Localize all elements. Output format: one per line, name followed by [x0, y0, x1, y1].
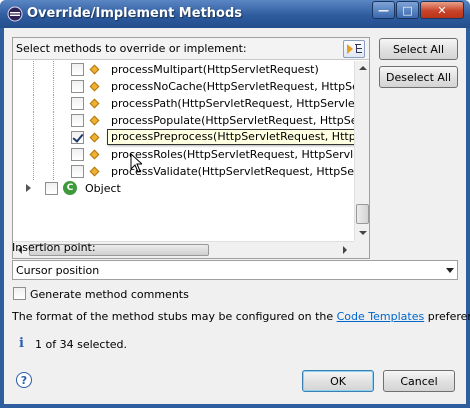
tree-header: Select methods to override or implement:	[13, 38, 369, 60]
vertical-scrollbar[interactable]	[354, 61, 369, 241]
protected-method-icon	[89, 98, 100, 109]
minimize-icon: —	[378, 3, 389, 17]
method-label: processValidate(HttpServletRequest, Http…	[111, 165, 354, 178]
template-info-text: The format of the method stubs may be co…	[12, 310, 470, 323]
close-button[interactable]: ✕	[420, 1, 464, 19]
select-all-button[interactable]: Select All	[379, 38, 458, 60]
tree-row-method[interactable]: processNoCache(HttpServletRequest, HttpS…	[13, 78, 354, 95]
method-checkbox[interactable]	[71, 97, 84, 110]
method-checkbox[interactable]	[71, 80, 84, 93]
insertion-point-value: Cursor position	[16, 264, 100, 277]
method-checkbox[interactable]	[71, 165, 84, 178]
method-label: processPopulate(HttpServletRequest, Http…	[111, 114, 354, 127]
method-label: processPath(HttpServletRequest, HttpServ…	[111, 97, 354, 110]
maximize-button[interactable]: □	[396, 1, 419, 19]
deselect-all-button[interactable]: Deselect All	[379, 66, 458, 88]
scroll-right-icon[interactable]	[343, 246, 347, 254]
protected-method-icon	[89, 81, 100, 92]
protected-method-icon	[89, 149, 100, 160]
window-title: Override/Implement Methods	[27, 6, 243, 21]
ok-button[interactable]: OK	[302, 370, 374, 392]
generate-comments-checkbox[interactable]	[13, 287, 26, 300]
protected-method-icon	[89, 115, 100, 126]
tree-row-method[interactable]: processPath(HttpServletRequest, HttpServ…	[13, 95, 354, 112]
title-bar[interactable]: Override/Implement Methods — □ ✕	[0, 0, 470, 28]
help-icon[interactable]: ?	[16, 372, 32, 388]
chevron-down-icon[interactable]	[446, 268, 454, 273]
code-templates-link[interactable]: Code Templates	[337, 310, 425, 323]
class-icon: C	[63, 181, 77, 195]
ok-label: OK	[330, 374, 346, 388]
protected-method-icon	[89, 132, 100, 143]
insertion-point-select[interactable]: Cursor position	[12, 260, 458, 280]
info-icon: i	[19, 336, 24, 351]
tree-row-method-selected[interactable]: processPreprocess(HttpServletRequest, Ht…	[13, 129, 354, 146]
tree-row-method[interactable]: processMultipart(HttpServletRequest)	[13, 61, 354, 78]
deselect-all-label: Deselect All	[385, 70, 452, 84]
protected-method-icon	[89, 166, 100, 177]
tree-header-label: Select methods to override or implement:	[16, 42, 247, 55]
tree-rows: processMultipart(HttpServletRequest) pro…	[13, 61, 354, 241]
collapse-tree-icon	[347, 44, 362, 54]
scroll-down-icon[interactable]	[359, 231, 367, 235]
generate-comments-label: Generate method comments	[30, 288, 189, 301]
cancel-button[interactable]: Cancel	[383, 370, 455, 392]
class-checkbox[interactable]	[45, 182, 58, 195]
method-label: processRoles(HttpServletRequest, HttpSer…	[111, 148, 354, 161]
method-checkbox-checked[interactable]	[71, 131, 84, 144]
insertion-point-label: Insertion point:	[12, 241, 96, 254]
method-label: processMultipart(HttpServletRequest)	[111, 63, 319, 76]
method-tree: Select methods to override or implement:	[12, 37, 370, 259]
vertical-scroll-thumb[interactable]	[356, 204, 369, 224]
select-all-label: Select All	[392, 42, 445, 56]
tree-row-class[interactable]: C Object	[13, 180, 354, 197]
help-glyph: ?	[20, 373, 28, 387]
selection-status: 1 of 34 selected.	[35, 338, 128, 351]
method-label-tooltip: processPreprocess(HttpServletRequest, Ht…	[107, 129, 354, 145]
close-icon: ✕	[437, 3, 447, 17]
info-text-before: The format of the method stubs may be co…	[12, 310, 337, 323]
mouse-cursor-icon	[130, 153, 142, 173]
expand-arrow-icon[interactable]	[26, 184, 31, 192]
protected-method-icon	[89, 64, 100, 75]
scroll-corner	[354, 241, 369, 258]
scroll-up-icon[interactable]	[359, 66, 367, 70]
maximize-icon: □	[402, 3, 413, 17]
minimize-button[interactable]: —	[372, 1, 395, 19]
method-checkbox[interactable]	[71, 114, 84, 127]
dialog-body: Select methods to override or implement:	[4, 28, 470, 404]
method-label: processNoCache(HttpServletRequest, HttpS…	[111, 80, 354, 93]
cancel-label: Cancel	[400, 374, 438, 388]
eclipse-icon	[7, 6, 23, 22]
info-text-after: preference page.	[427, 310, 470, 323]
tree-row-method[interactable]: processPopulate(HttpServletRequest, Http…	[13, 112, 354, 129]
tree-row-method[interactable]: processValidate(HttpServletRequest, Http…	[13, 163, 354, 180]
collapse-all-button[interactable]	[343, 40, 365, 58]
method-checkbox[interactable]	[71, 148, 84, 161]
dialog-window: Override/Implement Methods — □ ✕ Select …	[0, 0, 470, 408]
class-label: Object	[85, 182, 121, 195]
tree-row-method[interactable]: processRoles(HttpServletRequest, HttpSer…	[13, 146, 354, 163]
method-checkbox[interactable]	[71, 63, 84, 76]
